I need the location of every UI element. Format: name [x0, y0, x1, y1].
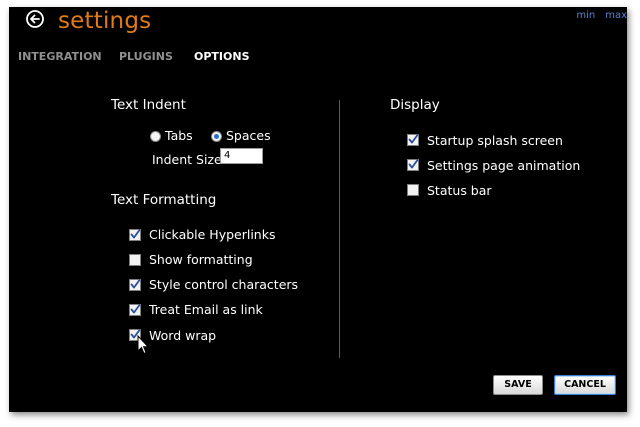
tab-options[interactable]: OPTIONS: [194, 50, 250, 63]
style-control-characters-label: Style control characters: [149, 277, 299, 292]
tabs-radio-label: Tabs: [165, 128, 193, 143]
status-bar-label: Status bar: [427, 183, 492, 198]
mouse-pointer-icon: [137, 335, 149, 355]
settings-page-animation-checkbox[interactable]: [407, 159, 419, 171]
checkmark-icon: [130, 229, 141, 239]
page-title: settings: [58, 8, 152, 34]
checkmark-icon: [408, 159, 419, 169]
treat-email-as-link-label: Treat Email as link: [149, 302, 263, 317]
checkmark-icon: [408, 134, 419, 144]
clickable-hyperlinks-checkbox[interactable]: [129, 229, 141, 241]
startup-splash-screen-label: Startup splash screen: [427, 133, 563, 148]
maximize-button[interactable]: max: [605, 10, 627, 21]
style-control-characters-checkbox[interactable]: [129, 279, 141, 291]
save-button[interactable]: SAVE: [493, 375, 543, 395]
spaces-radio[interactable]: [211, 131, 222, 142]
settings-page-animation-label: Settings page animation: [427, 158, 581, 173]
checkmark-icon: [130, 279, 141, 289]
clickable-hyperlinks-label: Clickable Hyperlinks: [149, 227, 276, 242]
indent-size-label: Indent Size: [152, 152, 222, 167]
tab-plugins[interactable]: PLUGINS: [119, 50, 173, 63]
word-wrap-label: Word wrap: [149, 328, 217, 343]
minimize-button[interactable]: min: [576, 10, 595, 21]
spaces-radio-label: Spaces: [226, 128, 271, 143]
indent-size-input[interactable]: 4: [220, 148, 263, 164]
show-formatting-checkbox[interactable]: [129, 254, 141, 266]
tabs-radio[interactable]: [150, 131, 161, 142]
tab-integration[interactable]: INTEGRATION: [18, 50, 102, 63]
startup-splash-screen-checkbox[interactable]: [407, 134, 419, 146]
display-heading: Display: [390, 97, 440, 113]
text-formatting-heading: Text Formatting: [111, 192, 217, 208]
cancel-button[interactable]: CANCEL: [554, 375, 616, 395]
settings-window: min max settings INTEGRATION PLUGINS OPTI…: [9, 7, 627, 412]
checkmark-icon: [130, 304, 141, 314]
show-formatting-label: Show formatting: [149, 252, 253, 267]
back-arrow-icon[interactable]: [26, 10, 44, 28]
window-controls: min max: [566, 10, 627, 21]
status-bar-checkbox[interactable]: [407, 184, 419, 196]
text-indent-heading: Text Indent: [111, 97, 186, 113]
treat-email-as-link-checkbox[interactable]: [129, 304, 141, 316]
column-divider: [339, 100, 340, 358]
radio-selected-dot: [214, 134, 219, 139]
